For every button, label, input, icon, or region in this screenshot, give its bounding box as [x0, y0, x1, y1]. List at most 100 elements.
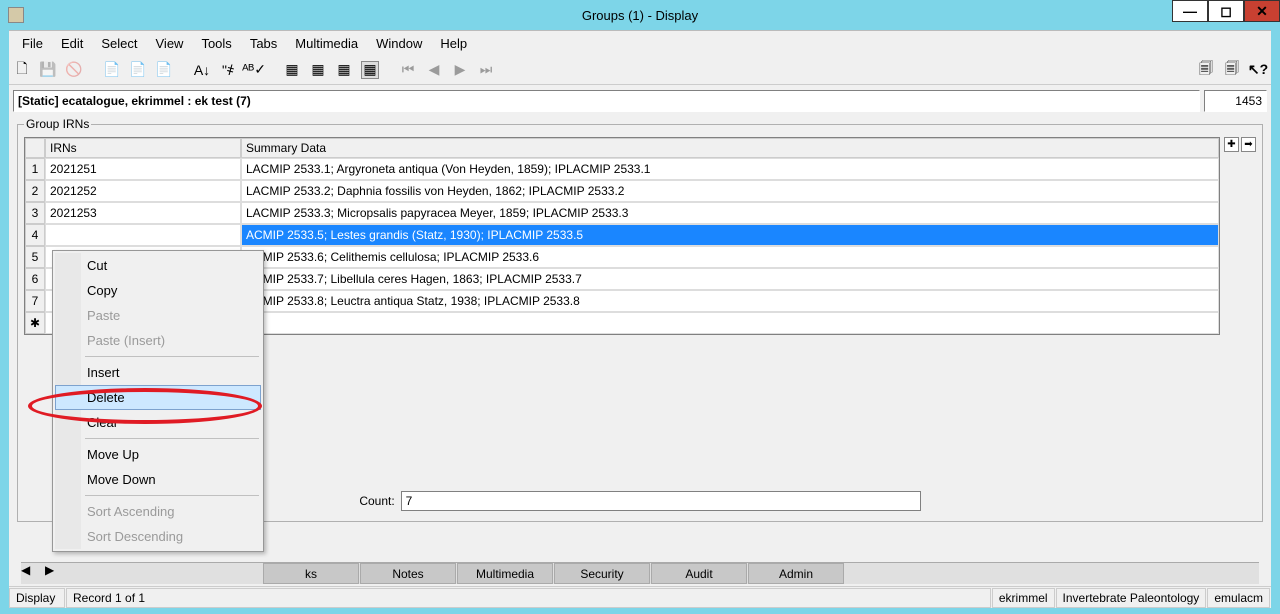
table-row[interactable]: 4 ACMIP 2533.5; Lestes grandis (Statz, 19… [25, 224, 1219, 246]
grid3-icon[interactable]: ▦ [335, 61, 353, 79]
cell-irn[interactable]: 2021253 [45, 202, 241, 224]
status-bar: Display Record 1 of 1 ekrimmel Invertebr… [9, 586, 1271, 608]
spell-icon[interactable]: ᴬᴮ✓ [245, 61, 263, 79]
cell-summary[interactable]: ACMIP 2533.6; Celithemis cellulosa; IPLA… [241, 246, 1219, 268]
context-item-copy[interactable]: Copy [55, 278, 261, 303]
last-icon[interactable]: ⏭ [477, 61, 495, 79]
context-item-move-down[interactable]: Move Down [55, 467, 261, 492]
cell-summary[interactable]: ACMIP 2533.5; Lestes grandis (Statz, 193… [241, 224, 1219, 246]
row-number[interactable]: 4 [25, 224, 45, 246]
tab-multimedia[interactable]: Multimedia [457, 563, 553, 584]
window-title: Groups (1) - Display [0, 8, 1280, 23]
grid4-icon[interactable]: ▦ [361, 61, 379, 79]
cell-summary[interactable]: LACMIP 2533.1; Argyroneta antiqua (Von H… [241, 158, 1219, 180]
open-record-icon[interactable]: ➡ [1241, 137, 1256, 152]
cell-summary[interactable]: LACMIP 2533.3; Micropsalis papyracea Mey… [241, 202, 1219, 224]
tab-ks[interactable]: ks [263, 563, 359, 584]
cell-irn[interactable]: 2021252 [45, 180, 241, 202]
new-icon[interactable]: 🗋 [13, 61, 31, 79]
doc1-icon[interactable]: 📄 [103, 61, 121, 79]
tab-audit[interactable]: Audit [651, 563, 747, 584]
tab-admin[interactable]: Admin [748, 563, 844, 584]
tab-security[interactable]: Security [554, 563, 650, 584]
attach2-icon[interactable]: 🗐 [1223, 61, 1241, 79]
menu-tabs[interactable]: Tabs [241, 36, 286, 51]
grid2-icon[interactable]: ▦ [309, 61, 327, 79]
context-menu: CutCopyPastePaste (Insert) InsertDeleteCl… [52, 250, 264, 552]
context-item-sort-ascending: Sort Ascending [55, 499, 261, 524]
table-row[interactable]: 12021251LACMIP 2533.1; Argyroneta antiqu… [25, 158, 1219, 180]
toolbar: 🗋 💾 🚫 📄 📄 📄 A↓ "҂ ᴬᴮ✓ ▦ ▦ ▦ ▦ ⏮ ◀ ▶ ⏭ 🗐 … [9, 55, 1271, 85]
status-server: emulacm [1207, 588, 1270, 608]
menu-help[interactable]: Help [431, 36, 476, 51]
status-collection: Invertebrate Paleontology [1056, 588, 1207, 608]
context-item-delete[interactable]: Delete [55, 385, 261, 410]
context-item-sort-descending: Sort Descending [55, 524, 261, 549]
minimize-button[interactable]: — [1172, 0, 1208, 22]
row-number[interactable]: 6 [25, 268, 45, 290]
close-button[interactable]: ✕ [1244, 0, 1280, 22]
grid1-icon[interactable]: ▦ [283, 61, 301, 79]
context-separator [85, 356, 259, 357]
record-number: 1453 [1204, 90, 1267, 112]
cell-summary[interactable]: ACMIP 2533.8; Leuctra antiqua Statz, 193… [241, 290, 1219, 312]
context-item-paste-insert-: Paste (Insert) [55, 328, 261, 353]
menu-view[interactable]: View [147, 36, 193, 51]
table-row[interactable]: 32021253LACMIP 2533.3; Micropsalis papyr… [25, 202, 1219, 224]
tabs-scroll-left[interactable]: ◀ [21, 563, 45, 584]
tabs-scroll-right[interactable]: ▶ [45, 563, 69, 584]
prev-icon[interactable]: ◀ [425, 61, 443, 79]
doc3-icon[interactable]: 📄 [155, 61, 173, 79]
context-item-paste: Paste [55, 303, 261, 328]
row-number[interactable]: 7 [25, 290, 45, 312]
menu-window[interactable]: Window [367, 36, 431, 51]
doc2-icon[interactable]: 📄 [129, 61, 147, 79]
menu-multimedia[interactable]: Multimedia [286, 36, 367, 51]
row-number[interactable]: 3 [25, 202, 45, 224]
menu-edit[interactable]: Edit [52, 36, 92, 51]
context-item-insert[interactable]: Insert [55, 360, 261, 385]
status-user: ekrimmel [992, 588, 1055, 608]
next-icon[interactable]: ▶ [451, 61, 469, 79]
row-number[interactable]: ✱ [25, 312, 45, 334]
context-item-clear[interactable]: Clear [55, 410, 261, 435]
header-summary[interactable]: Summary Data [241, 138, 1219, 158]
attach-record-icon[interactable]: ✚ [1224, 137, 1239, 152]
context-separator [85, 438, 259, 439]
attach1-icon[interactable]: 🗐 [1197, 61, 1215, 79]
context-separator [85, 495, 259, 496]
ditto-icon[interactable]: "҂ [219, 61, 237, 79]
status-mode: Display [9, 588, 65, 608]
context-item-move-up[interactable]: Move Up [55, 442, 261, 467]
menu-select[interactable]: Select [92, 36, 146, 51]
count-label: Count: [359, 494, 394, 508]
status-record: Record 1 of 1 [66, 588, 991, 608]
cell-irn[interactable] [45, 224, 241, 246]
header-irn[interactable]: IRNs [45, 138, 241, 158]
count-field[interactable] [401, 491, 921, 511]
row-number[interactable]: 5 [25, 246, 45, 268]
title-bar: Groups (1) - Display — ◻ ✕ [0, 0, 1280, 30]
cell-summary[interactable] [241, 312, 1219, 334]
row-number[interactable]: 1 [25, 158, 45, 180]
record-tabs: ◀ ▶ ks Notes Multimedia Security Audit A… [21, 562, 1259, 584]
sort-az-icon[interactable]: A↓ [193, 61, 211, 79]
maximize-button[interactable]: ◻ [1208, 0, 1244, 22]
help-icon[interactable]: ↖? [1249, 61, 1267, 79]
first-icon[interactable]: ⏮ [399, 61, 417, 79]
cell-summary[interactable]: ACMIP 2533.7; Libellula ceres Hagen, 186… [241, 268, 1219, 290]
table-row[interactable]: 22021252LACMIP 2533.2; Daphnia fossilis … [25, 180, 1219, 202]
row-number[interactable]: 2 [25, 180, 45, 202]
tab-notes[interactable]: Notes [360, 563, 456, 584]
menu-bar: File Edit Select View Tools Tabs Multime… [9, 31, 1271, 55]
cell-irn[interactable]: 2021251 [45, 158, 241, 180]
menu-file[interactable]: File [13, 36, 52, 51]
cell-summary[interactable]: LACMIP 2533.2; Daphnia fossilis von Heyd… [241, 180, 1219, 202]
context-item-cut[interactable]: Cut [55, 253, 261, 278]
save-icon[interactable]: 💾 [39, 61, 57, 79]
cancel-icon[interactable]: 🚫 [65, 61, 83, 79]
info-bar: [Static] ecatalogue, ekrimmel : ek test … [13, 89, 1267, 113]
group-irns-legend: Group IRNs [24, 117, 91, 131]
menu-tools[interactable]: Tools [192, 36, 240, 51]
static-group-name: [Static] ecatalogue, ekrimmel : ek test … [13, 90, 1200, 112]
